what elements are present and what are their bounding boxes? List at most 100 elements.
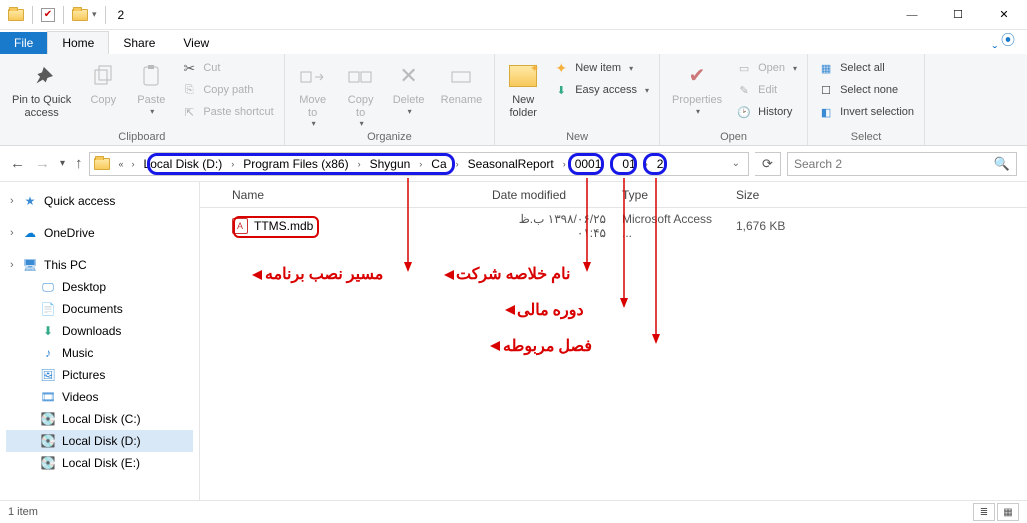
properties-button[interactable]: ✔Properties▾ xyxy=(666,58,728,122)
documents-icon: 📄 xyxy=(40,301,56,317)
ribbon: Pin to Quick access Copy Paste▾ ✂Cut ⎘Co… xyxy=(0,54,1027,146)
col-size[interactable]: Size xyxy=(728,188,828,202)
rename-button[interactable]: Rename xyxy=(435,58,489,130)
pin-quick-access-button[interactable]: Pin to Quick access xyxy=(6,58,77,122)
main-area: ★Quick access ☁OneDrive 🖥This PC 🖵Deskto… xyxy=(0,182,1027,500)
copy-button[interactable]: Copy xyxy=(81,58,125,122)
cut-icon: ✂ xyxy=(181,60,197,76)
file-row[interactable]: ATTMS.mdb ۱۳۹۸/۰۶/۲۵ ب.ظ ۰۱:۴۵ Microsoft… xyxy=(200,208,1027,244)
forward-button[interactable]: → xyxy=(35,155,50,172)
ribbon-help-button[interactable]: ˬ ⦿ xyxy=(992,30,1015,54)
properties-qat-button[interactable]: ✔ xyxy=(41,8,55,22)
label: Copy xyxy=(90,94,116,107)
label: Easy access xyxy=(575,84,637,96)
label: History xyxy=(758,106,792,118)
col-name[interactable]: Name xyxy=(224,188,484,202)
copy-to-button[interactable]: Copy to▾ xyxy=(339,58,383,130)
refresh-button[interactable]: ⟳ xyxy=(755,152,781,176)
select-none-icon: ☐ xyxy=(818,82,834,98)
pin-icon xyxy=(26,60,58,92)
chevron-icon[interactable]: « xyxy=(116,159,127,169)
easy-access-button[interactable]: ⬇Easy access▾ xyxy=(549,80,653,100)
minimize-button[interactable]: — xyxy=(889,0,935,30)
label: Downloads xyxy=(62,324,121,338)
sidebar-music[interactable]: ♪Music xyxy=(6,342,193,364)
chevron-icon[interactable]: › xyxy=(129,159,138,169)
disk-icon: 💽 xyxy=(40,433,56,449)
tab-home[interactable]: Home xyxy=(47,31,109,54)
window-controls: — ☐ ✕ xyxy=(889,0,1027,30)
sidebar-desktop[interactable]: 🖵Desktop xyxy=(6,276,193,298)
sidebar-videos[interactable]: 🎞Videos xyxy=(6,386,193,408)
copy-icon xyxy=(87,60,119,92)
cloud-icon: ☁ xyxy=(22,225,38,241)
annotation-highlight-file xyxy=(233,216,319,238)
details-view-button[interactable]: ≣ xyxy=(973,503,995,521)
invert-selection-button[interactable]: ◧Invert selection xyxy=(814,102,918,122)
label: Edit xyxy=(758,84,777,96)
qat-dropdown[interactable]: ▾ xyxy=(92,9,97,20)
icons-view-button[interactable]: ▦ xyxy=(997,503,1019,521)
paste-button[interactable]: Paste▾ xyxy=(129,58,173,122)
new-item-button[interactable]: ✦New item▾ xyxy=(549,58,653,78)
file-list[interactable]: Name Date modified Type Size ATTMS.mdb ۱… xyxy=(200,182,1027,500)
paste-shortcut-button[interactable]: ⇱Paste shortcut xyxy=(177,102,277,122)
tab-share[interactable]: Share xyxy=(109,32,169,54)
group-label: Clipboard xyxy=(6,131,278,145)
col-date[interactable]: Date modified xyxy=(484,188,614,202)
sidebar-downloads[interactable]: ⬇ Downloads xyxy=(6,320,193,342)
navigation-pane[interactable]: ★Quick access ☁OneDrive 🖥This PC 🖵Deskto… xyxy=(0,182,200,500)
status-bar: 1 item ≣ ▦ xyxy=(0,500,1027,523)
recent-locations-button[interactable]: ▾ xyxy=(60,158,65,169)
sidebar-quick-access[interactable]: ★Quick access xyxy=(6,190,193,212)
sidebar-disk-e[interactable]: 💽Local Disk (E:) xyxy=(6,452,193,474)
copy-path-button[interactable]: ⎘Copy path xyxy=(177,80,277,100)
downloads-icon: ⬇ xyxy=(40,323,56,339)
annotation-highlight-season xyxy=(643,153,667,175)
address-dropdown[interactable]: ⌄ xyxy=(732,158,744,169)
cut-button[interactable]: ✂Cut xyxy=(177,58,277,78)
back-button[interactable]: ← xyxy=(10,155,25,172)
annotation-highlight-period xyxy=(610,153,637,175)
group-label: Select xyxy=(814,131,918,145)
label: Pictures xyxy=(62,368,105,382)
maximize-button[interactable]: ☐ xyxy=(935,0,981,30)
close-button[interactable]: ✕ xyxy=(981,0,1027,30)
group-clipboard: Pin to Quick access Copy Paste▾ ✂Cut ⎘Co… xyxy=(0,54,285,145)
music-icon: ♪ xyxy=(40,345,56,361)
sidebar-documents[interactable]: 📄Documents xyxy=(6,298,193,320)
select-all-icon: ▦ xyxy=(818,60,834,76)
label: Open xyxy=(758,62,785,74)
delete-button[interactable]: ✕Delete▾ xyxy=(387,58,431,130)
label: Paste shortcut xyxy=(203,106,273,118)
edit-icon: ✎ xyxy=(736,82,752,98)
move-to-button[interactable]: Move to▾ xyxy=(291,58,335,130)
sidebar-disk-c[interactable]: 💽Local Disk (C:) xyxy=(6,408,193,430)
group-label: Organize xyxy=(291,131,489,145)
sidebar-disk-d[interactable]: 💽Local Disk (D:) xyxy=(6,430,193,452)
history-button[interactable]: 🕑History xyxy=(732,102,801,122)
search-box[interactable]: Search 2 🔍 xyxy=(787,152,1017,176)
tab-view[interactable]: View xyxy=(169,32,223,54)
edit-button[interactable]: ✎ Edit xyxy=(732,80,801,100)
new-folder-button[interactable]: ✦New folder xyxy=(501,58,545,121)
sidebar-pictures[interactable]: 🖼 Pictures xyxy=(6,364,193,386)
col-type[interactable]: Type xyxy=(614,188,728,202)
up-button[interactable]: ↑ xyxy=(75,155,83,172)
sidebar-onedrive[interactable]: ☁OneDrive xyxy=(6,222,193,244)
file-size: 1,676 KB xyxy=(728,219,828,233)
separator xyxy=(105,6,106,24)
tab-file[interactable]: File xyxy=(0,32,47,54)
select-all-button[interactable]: ▦Select all xyxy=(814,58,918,78)
sidebar-this-pc[interactable]: 🖥This PC xyxy=(6,254,193,276)
open-icon: ▭ xyxy=(736,60,752,76)
select-none-button[interactable]: ☐Select none xyxy=(814,80,918,100)
group-open: ✔Properties▾ ▭Open▾ ✎Edit 🕑History Open xyxy=(660,54,808,145)
star-icon: ★ xyxy=(22,193,38,209)
label: Copy to xyxy=(348,94,374,119)
pictures-icon: 🖼 xyxy=(40,367,56,383)
folder-icon xyxy=(72,9,88,21)
open-button[interactable]: ▭Open▾ xyxy=(732,58,801,78)
breadcrumb-item[interactable]: SeasonalReport xyxy=(464,155,558,173)
pc-icon: 🖥 xyxy=(22,257,38,273)
